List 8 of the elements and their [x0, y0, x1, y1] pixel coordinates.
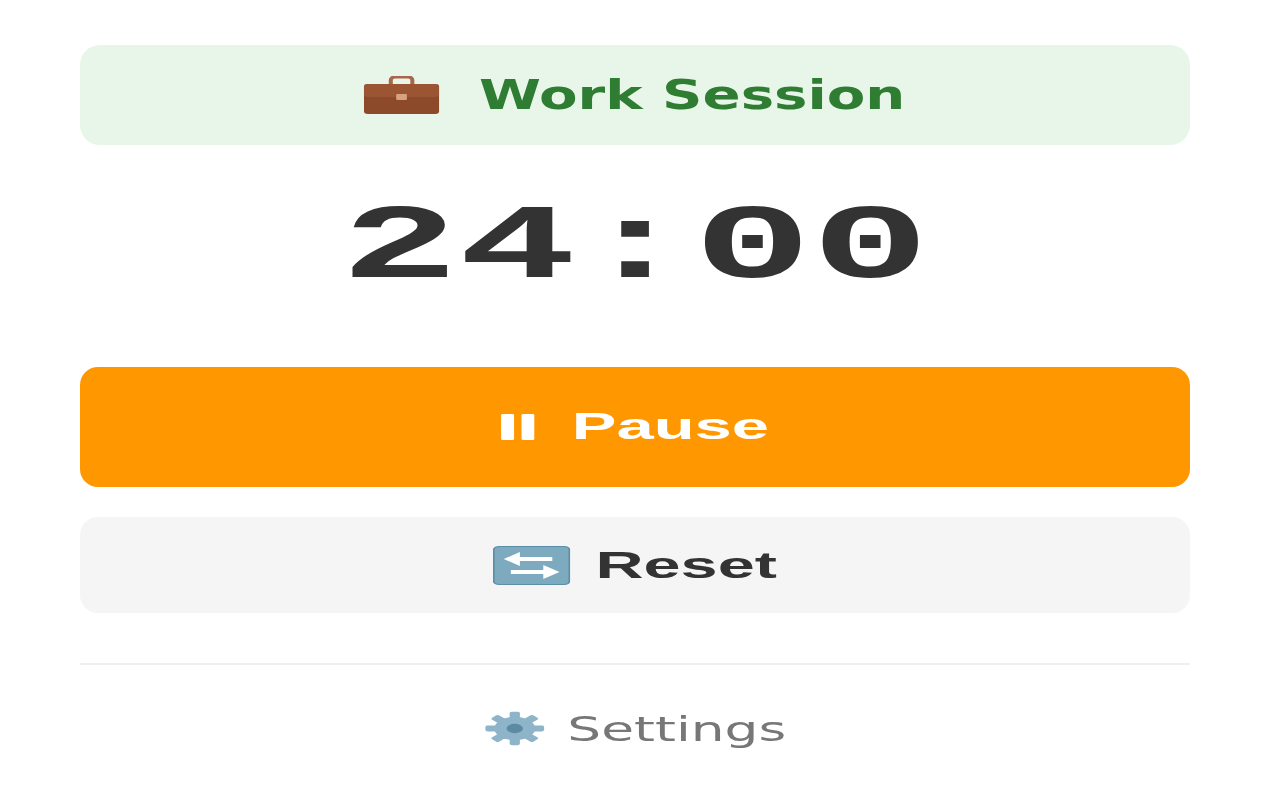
pause-icon — [501, 414, 535, 440]
reset-button[interactable]: Reset — [80, 517, 1190, 613]
timer-display: 24:00 — [340, 196, 930, 302]
session-label: Work Session — [479, 74, 906, 116]
swap-arrows-icon — [493, 545, 571, 585]
gear-icon — [483, 711, 546, 746]
briefcase-icon — [364, 76, 440, 114]
settings-link[interactable]: Settings — [483, 711, 787, 746]
